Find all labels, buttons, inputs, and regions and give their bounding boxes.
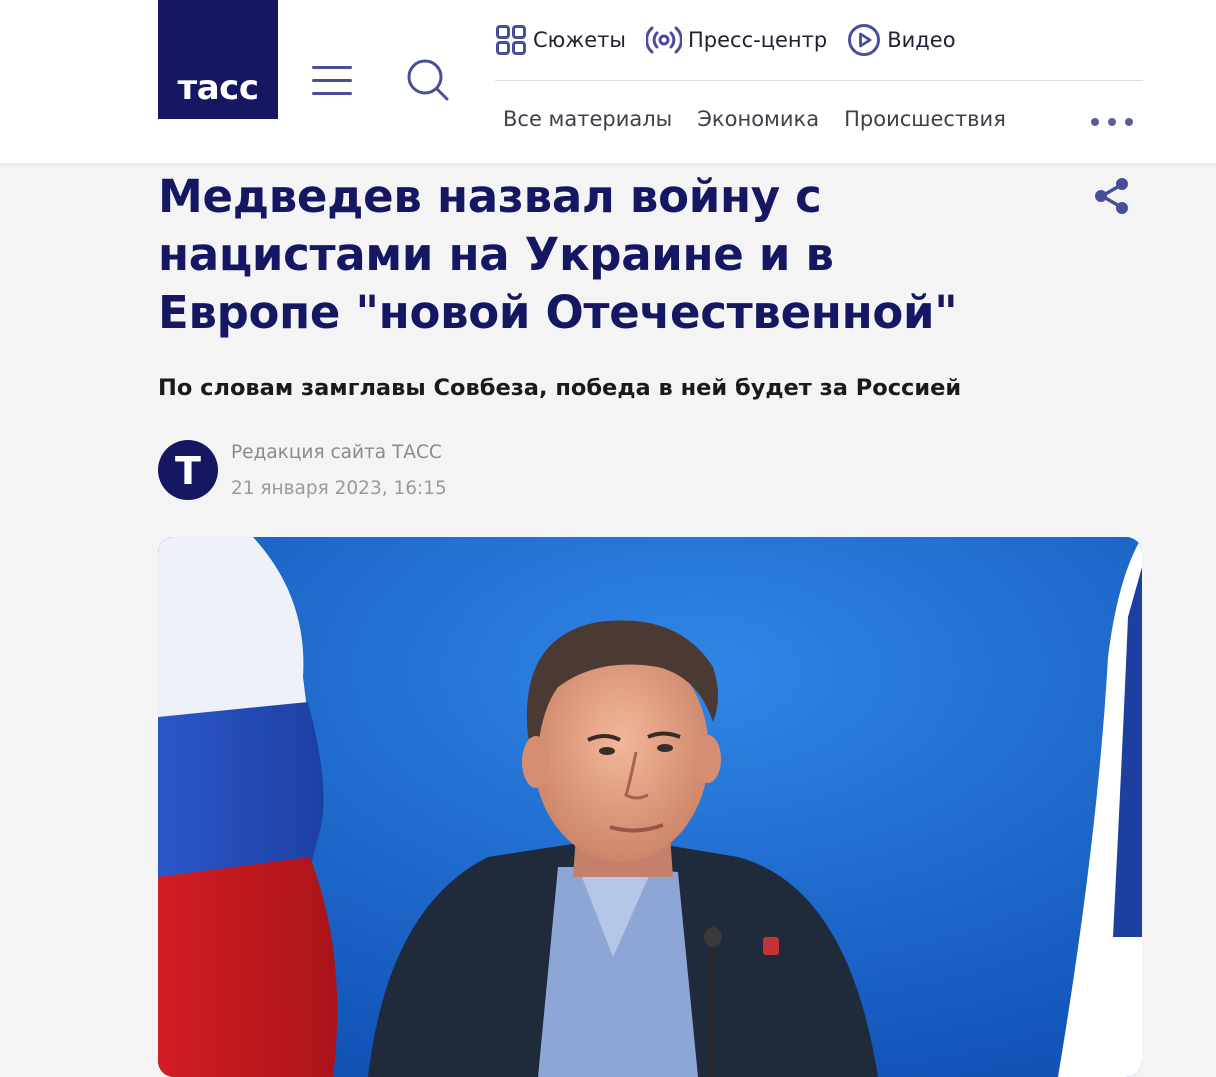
publish-date: 21 января 2023, 16:15 [231,478,447,499]
nav-stories[interactable]: Сюжеты [495,24,626,56]
tass-logo[interactable]: тасс [158,0,278,119]
author-avatar[interactable]: Т [158,440,218,500]
hamburger-menu-button[interactable] [310,62,354,98]
section-economy[interactable]: Экономика [697,107,819,131]
play-circle-icon [848,24,881,56]
more-dots-icon [1091,118,1099,126]
section-all-materials[interactable]: Все материалы [503,107,672,131]
article-lead: По словам замглавы Совбеза, победа в ней… [158,375,962,401]
article-title: Медведев назвал войну с нацистами на Укр… [158,170,958,339]
grid-icon [496,25,526,55]
more-sections-button[interactable] [1091,112,1133,132]
author-avatar-initial: Т [175,449,201,493]
sections-navigation: Все материалы Экономика Происшествия [503,107,1031,131]
top-navigation: Сюжеты Пресс-центр Видео [495,22,976,58]
broadcast-icon [646,26,682,54]
nav-video-label: Видео [887,28,956,52]
nav-press-center[interactable]: Пресс-центр [646,24,827,56]
logo-text: тасс [177,68,259,108]
article-photo [158,537,1142,1077]
site-header: тасс Сюжеты Пресс-центр Видео Все матери… [0,0,1216,163]
share-icon [1095,178,1128,214]
share-button[interactable] [1091,175,1133,217]
header-divider [495,80,1143,81]
hamburger-icon [312,66,352,95]
more-dot [1125,118,1133,126]
photo-illustration [158,537,1142,1077]
nav-press-center-label: Пресс-центр [688,28,828,52]
search-button[interactable] [405,57,451,103]
nav-stories-label: Сюжеты [533,28,626,52]
author-name[interactable]: Редакция сайта ТАСС [231,442,442,463]
search-icon [407,59,449,101]
section-incidents[interactable]: Происшествия [844,107,1006,131]
nav-video[interactable]: Видео [847,23,956,57]
more-dot [1108,118,1116,126]
